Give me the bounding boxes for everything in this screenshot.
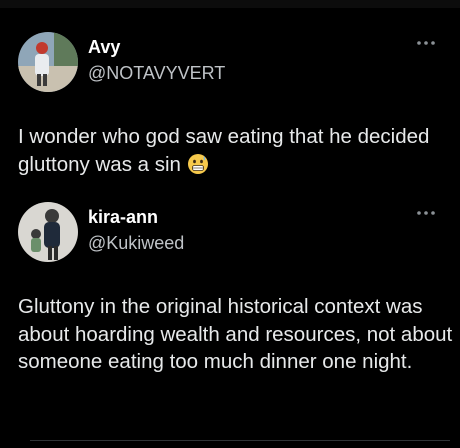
- tweet-text: I wonder who god saw eating that he deci…: [18, 123, 448, 179]
- more-options-icon[interactable]: [416, 208, 436, 218]
- display-name[interactable]: kira-ann: [88, 207, 158, 228]
- grimacing-sweat-face-icon: [187, 154, 208, 174]
- avatar[interactable]: [18, 202, 78, 262]
- display-name[interactable]: Avy: [88, 37, 120, 58]
- avatar[interactable]: [18, 32, 78, 92]
- avatar-image: [18, 202, 78, 262]
- user-handle[interactable]: @NOTAVYVERT: [88, 63, 225, 84]
- tweet-text-content: I wonder who god saw eating that he deci…: [18, 125, 430, 176]
- tweet-text: Gluttony in the original historical cont…: [18, 295, 453, 373]
- top-band: [0, 0, 460, 8]
- more-options-icon[interactable]: [416, 38, 436, 48]
- avatar-image: [18, 32, 78, 92]
- divider: [30, 440, 450, 441]
- user-handle[interactable]: @Kukiweed: [88, 233, 184, 254]
- tweet-screenshot: Avy @NOTAVYVERT I wonder who god saw eat…: [0, 0, 460, 448]
